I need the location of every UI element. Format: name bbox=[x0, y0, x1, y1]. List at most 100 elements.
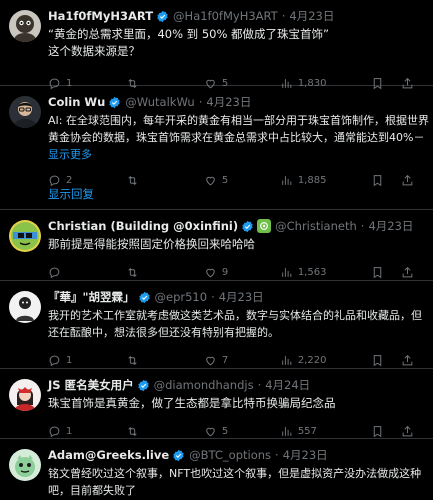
verified-badge-icon bbox=[109, 96, 120, 108]
avatar[interactable] bbox=[9, 10, 41, 42]
reply-count: 2 bbox=[66, 174, 73, 186]
tweet-text: 我开的艺术工作室就考虑做这类艺术品，数字与实体结合的礼品和收藏品，但 还在酝酿中… bbox=[48, 307, 423, 341]
view-count: 2,220 bbox=[297, 354, 327, 366]
display-name[interactable]: 『華』"胡翌霖」 bbox=[48, 289, 135, 305]
views-icon bbox=[282, 426, 292, 436]
share-icon bbox=[402, 174, 413, 185]
share-button[interactable] bbox=[401, 266, 419, 279]
separator: · bbox=[360, 219, 365, 233]
tweet-header: Ha1f0fMyH3ART @Ha1f0fMyH3ART · 4月23日 bbox=[48, 8, 423, 24]
like-count: 5 bbox=[221, 425, 229, 437]
views-icon bbox=[282, 355, 292, 365]
views-button[interactable]: 1,563 bbox=[280, 266, 371, 279]
tweet-text-line: “黄金的总需求里面，40% 到 50% 都做成了珠宝首饰” bbox=[48, 27, 330, 41]
view-count: 557 bbox=[297, 425, 317, 437]
avatar[interactable] bbox=[9, 379, 41, 411]
handle[interactable]: @WutalkWu bbox=[125, 95, 194, 109]
reply-feed: Ha1f0fMyH3ART @Ha1f0fMyH3ART · 4月23日 “黄金… bbox=[0, 0, 433, 500]
reply-button[interactable]: 1 bbox=[48, 354, 126, 367]
timestamp[interactable]: 4月24日 bbox=[265, 377, 310, 393]
like-button[interactable]: 5 bbox=[204, 174, 280, 187]
handle[interactable]: @epr510 bbox=[155, 290, 208, 304]
bookmark-button[interactable] bbox=[371, 266, 389, 279]
display-name[interactable]: Colin Wu bbox=[48, 95, 105, 109]
display-name[interactable]: Ha1f0fMyH3ART bbox=[48, 9, 153, 23]
handle[interactable]: @BTC_options bbox=[189, 448, 271, 462]
reply-button[interactable] bbox=[48, 266, 126, 279]
share-button[interactable] bbox=[401, 354, 419, 367]
tweet-text-line: 吧，目前都失败了 bbox=[48, 484, 136, 497]
bookmark-button[interactable] bbox=[371, 354, 389, 367]
timestamp[interactable]: 4月23日 bbox=[368, 218, 413, 234]
tweet-text: 铭文曾经吹过这个叙事，NFT也吹过这个叙事，但是虚拟资产没办法做成这种 吧，目前… bbox=[48, 465, 423, 499]
handle[interactable]: @Ha1f0fMyH3ART bbox=[173, 9, 278, 23]
handle[interactable]: @diamondhandjs bbox=[154, 378, 254, 392]
tweet-header: Adam@Greeks.live @BTC_options · 4月23日 bbox=[48, 447, 423, 463]
tweet[interactable]: 『華』"胡翌霖」 @epr510 · 4月23日 我开的艺术工作室就考虑做这类艺… bbox=[0, 281, 433, 369]
display-name[interactable]: Christian (Building @0xinfini) bbox=[48, 219, 238, 233]
share-button[interactable] bbox=[401, 425, 419, 438]
avatar[interactable] bbox=[9, 220, 41, 252]
avatar[interactable] bbox=[9, 96, 41, 128]
views-icon bbox=[282, 175, 292, 185]
retweet-button[interactable] bbox=[126, 425, 204, 438]
views-button[interactable]: 1,885 bbox=[280, 174, 371, 187]
show-more-link[interactable]: 显示更多 bbox=[48, 146, 423, 163]
tweet[interactable]: Ha1f0fMyH3ART @Ha1f0fMyH3ART · 4月23日 “黄金… bbox=[0, 0, 433, 89]
timestamp[interactable]: 4月23日 bbox=[206, 94, 251, 110]
tweet-text-line: 黄金协会的数据，珠宝首饰需求在黄金总需求中占比较大，通常能达到40%－ bbox=[48, 131, 425, 144]
views-button[interactable]: 2,220 bbox=[280, 354, 371, 367]
tweet-text-line: 这个数据来源是？ bbox=[48, 44, 140, 58]
retweet-icon bbox=[128, 175, 137, 185]
display-name[interactable]: Adam@Greeks.live bbox=[48, 448, 169, 462]
avatar[interactable] bbox=[9, 291, 41, 323]
timestamp[interactable]: 4月23日 bbox=[283, 447, 328, 463]
affiliate-badge-icon bbox=[257, 219, 272, 233]
verified-badge-icon bbox=[137, 379, 149, 391]
bookmark-icon bbox=[373, 425, 382, 437]
reply-button[interactable]: 1 bbox=[48, 425, 126, 438]
bookmark-button[interactable] bbox=[371, 425, 389, 438]
display-name[interactable]: JS 匿名美女用户 bbox=[48, 377, 134, 393]
like-button[interactable]: 9 bbox=[204, 266, 280, 279]
tweet-text-line: 那前提是得能按照固定价格换回来哈哈哈 bbox=[48, 237, 255, 251]
bookmark-icon bbox=[373, 354, 382, 366]
avatar[interactable] bbox=[9, 449, 41, 481]
action-bar: 2 5 1,885 bbox=[48, 167, 423, 193]
views-button[interactable]: 557 bbox=[280, 425, 371, 438]
retweet-icon bbox=[128, 355, 137, 365]
retweet-button[interactable] bbox=[126, 174, 204, 187]
views-icon bbox=[282, 267, 292, 277]
share-icon bbox=[402, 425, 413, 436]
bookmark-icon bbox=[373, 266, 382, 278]
retweet-icon bbox=[128, 267, 137, 277]
tweet[interactable]: Colin Wu @WutalkWu · 4月23日 AI: 在全球范围内，每年… bbox=[0, 86, 433, 186]
verified-badge-icon bbox=[157, 10, 168, 22]
tweet-text: AI: 在全球范围内，每年开采的黄金有相当一部分用于珠宝首饰制作，根据世界 黄金… bbox=[48, 112, 429, 163]
reply-button[interactable]: 2 bbox=[48, 174, 126, 187]
tweet-header: Christian (Building @0xinfini) @Christia… bbox=[48, 218, 423, 234]
like-button[interactable]: 5 bbox=[204, 425, 280, 438]
tweet-text-line: 我开的艺术工作室就考虑做这类艺术品，数字与实体结合的礼品和收藏品，但 bbox=[48, 309, 422, 322]
handle[interactable]: @Christianeth bbox=[275, 219, 357, 233]
reply-count: 1 bbox=[66, 354, 73, 366]
view-count: 1,885 bbox=[297, 174, 327, 186]
tweet-text: “黄金的总需求里面，40% 到 50% 都做成了珠宝首饰” 这个数据来源是？ bbox=[48, 26, 423, 60]
like-button[interactable]: 7 bbox=[204, 354, 280, 367]
tweet-text: 那前提是得能按照固定价格换回来哈哈哈 bbox=[48, 236, 423, 253]
timestamp[interactable]: 4月23日 bbox=[289, 8, 334, 24]
tweet[interactable]: JS 匿名美女用户 @diamondhandjs · 4月24日 珠宝首饰是真黄… bbox=[0, 369, 433, 439]
like-count: 7 bbox=[221, 354, 229, 366]
separator: · bbox=[211, 290, 215, 304]
retweet-button[interactable] bbox=[126, 354, 204, 367]
tweet[interactable]: Christian (Building @0xinfini) @Christia… bbox=[0, 210, 433, 281]
like-count: 5 bbox=[221, 174, 229, 186]
bookmark-button[interactable] bbox=[371, 174, 389, 187]
retweet-button[interactable] bbox=[126, 266, 204, 279]
separator: · bbox=[257, 378, 262, 392]
separator: · bbox=[281, 9, 286, 23]
tweet-header: 『華』"胡翌霖」 @epr510 · 4月23日 bbox=[48, 289, 423, 305]
timestamp[interactable]: 4月23日 bbox=[219, 289, 264, 305]
tweet[interactable]: Adam@Greeks.live @BTC_options · 4月23日 铭文… bbox=[0, 439, 433, 500]
share-button[interactable] bbox=[401, 174, 419, 187]
